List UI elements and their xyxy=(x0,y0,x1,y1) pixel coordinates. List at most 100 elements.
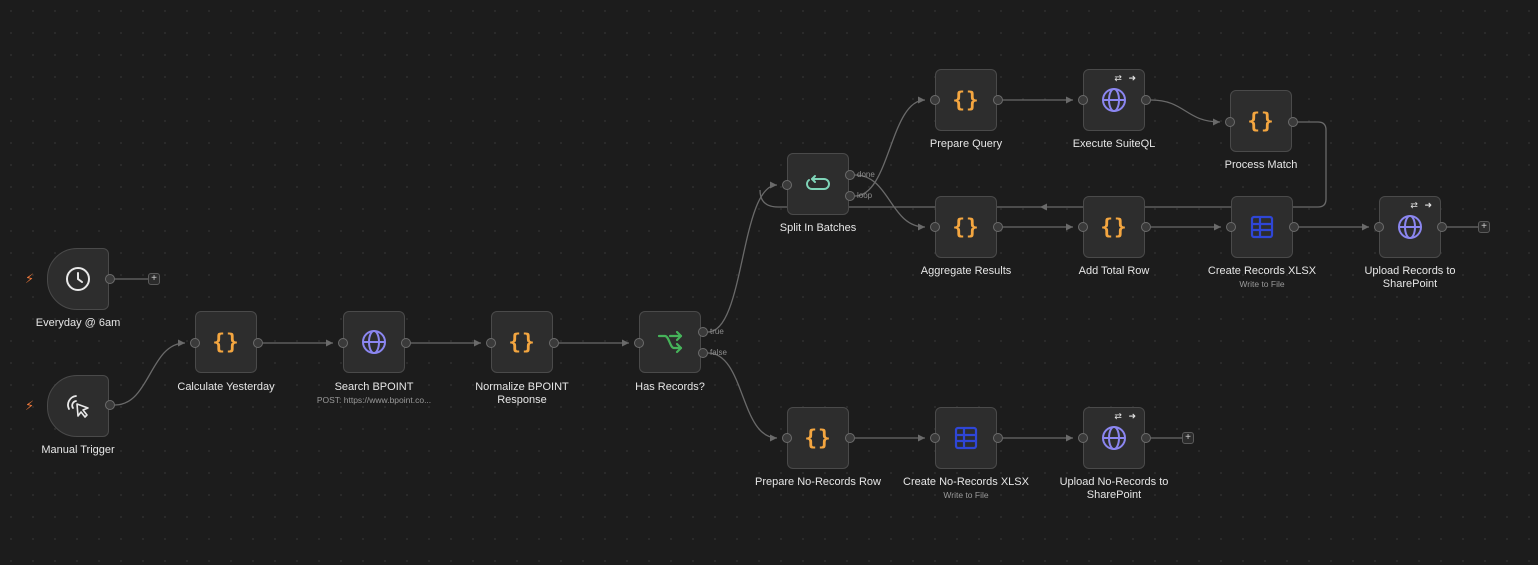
add-node-button[interactable]: + xyxy=(1182,432,1194,444)
input-handle[interactable] xyxy=(1078,433,1088,443)
node-label: Upload Records to SharePoint xyxy=(1364,265,1456,290)
node-label: Has Records? xyxy=(635,381,705,393)
node-search-bpoint[interactable] xyxy=(343,311,405,373)
clock-icon xyxy=(66,267,90,291)
code-braces-icon: {} xyxy=(508,330,536,354)
output-handle[interactable] xyxy=(401,338,411,348)
add-node-button[interactable]: + xyxy=(1478,221,1490,233)
retry-arrow-badge: ⇄ ➜ xyxy=(1114,411,1138,421)
input-handle[interactable] xyxy=(190,338,200,348)
retry-arrow-badge: ⇄ ➜ xyxy=(1114,73,1138,83)
input-handle[interactable] xyxy=(1374,222,1384,232)
node-prepare-query[interactable]: {} xyxy=(935,69,997,131)
input-handle[interactable] xyxy=(930,433,940,443)
node-process-match[interactable]: {} xyxy=(1230,90,1292,152)
input-handle[interactable] xyxy=(782,180,792,190)
input-handle[interactable] xyxy=(1225,117,1235,127)
globe-icon xyxy=(362,330,386,354)
node-execute-suiteql[interactable]: ⇄ ➜ xyxy=(1083,69,1145,131)
input-handle[interactable] xyxy=(782,433,792,443)
node-label: Execute SuiteQL xyxy=(1072,138,1156,150)
output-handle[interactable] xyxy=(105,274,115,284)
node-has-records[interactable] xyxy=(639,311,701,373)
output-handle[interactable] xyxy=(845,433,855,443)
code-braces-icon: {} xyxy=(212,330,240,354)
output-handle[interactable] xyxy=(1288,117,1298,127)
node-label: Manual Trigger xyxy=(41,444,115,456)
output-handle[interactable] xyxy=(993,95,1003,105)
node-prepare-no-records-row[interactable]: {} xyxy=(787,407,849,469)
input-handle[interactable] xyxy=(634,338,644,348)
output-handle-true[interactable] xyxy=(698,327,708,337)
node-label: Upload No-Records to SharePoint xyxy=(1059,476,1169,501)
edge-execute-process xyxy=(1150,99,1221,123)
edge-true-split xyxy=(707,184,778,333)
node-create-no-records-xlsx[interactable] xyxy=(935,407,997,469)
node-label: Search BPOINT xyxy=(334,381,414,393)
node-sublabel: POST: https://www.bpoint.co... xyxy=(316,395,432,405)
globe-icon xyxy=(1102,426,1126,450)
retry-arrow-badge: ⇄ ➜ xyxy=(1410,200,1434,210)
node-upload-records-sharepoint[interactable]: ⇄ ➜ xyxy=(1379,196,1441,258)
node-split-in-batches[interactable] xyxy=(787,153,849,215)
output-handle[interactable] xyxy=(1289,222,1299,232)
globe-icon xyxy=(1102,88,1126,112)
sheet-icon xyxy=(954,426,978,450)
input-handle[interactable] xyxy=(1226,222,1236,232)
code-braces-icon: {} xyxy=(952,215,980,239)
cursor-click-icon xyxy=(67,395,89,418)
output-handle[interactable] xyxy=(993,433,1003,443)
output-handle[interactable] xyxy=(549,338,559,348)
output-handle-loop[interactable] xyxy=(845,191,855,201)
loop-icon xyxy=(806,175,830,190)
globe-icon xyxy=(1398,215,1422,239)
output-handle[interactable] xyxy=(1437,222,1447,232)
output-handle[interactable] xyxy=(1141,433,1151,443)
add-node-button[interactable]: + xyxy=(148,273,160,285)
output-handle[interactable] xyxy=(993,222,1003,232)
output-handle[interactable] xyxy=(1141,222,1151,232)
node-label: Calculate Yesterday xyxy=(177,381,275,393)
node-label: Prepare Query xyxy=(929,138,1003,150)
output-label-loop: loop xyxy=(857,191,873,200)
node-sublabel: Write to File xyxy=(1239,279,1285,289)
trigger-bolt-icon: ⚡ xyxy=(25,271,35,286)
input-handle[interactable] xyxy=(338,338,348,348)
node-calculate-yesterday[interactable]: {} xyxy=(195,311,257,373)
output-label-true: true xyxy=(710,327,724,336)
node-label: Aggregate Results xyxy=(920,265,1012,277)
code-braces-icon: {} xyxy=(1247,109,1275,133)
node-label: Split In Batches xyxy=(779,222,857,234)
output-label-done: done xyxy=(857,170,875,179)
input-handle[interactable] xyxy=(930,222,940,232)
code-braces-icon: {} xyxy=(952,88,980,112)
output-handle[interactable] xyxy=(1141,95,1151,105)
output-handle[interactable] xyxy=(105,400,115,410)
node-label: Create No-Records XLSX xyxy=(903,476,1029,488)
input-handle[interactable] xyxy=(1078,222,1088,232)
workflow-canvas[interactable]: ⚡ + Everyday @ 6am ⚡ Manual Trigger {} C… xyxy=(0,0,1538,565)
input-handle[interactable] xyxy=(1078,95,1088,105)
output-handle-false[interactable] xyxy=(698,348,708,358)
branch-icon xyxy=(657,330,683,354)
node-upload-no-records-sharepoint[interactable]: ⇄ ➜ xyxy=(1083,407,1145,469)
node-aggregate-results[interactable]: {} xyxy=(935,196,997,258)
edge-false-preparenorecords xyxy=(707,352,778,439)
node-label: Prepare No-Records Row xyxy=(755,476,881,488)
node-add-total-row[interactable]: {} xyxy=(1083,196,1145,258)
node-create-records-xlsx[interactable] xyxy=(1231,196,1293,258)
edge-done-aggregate xyxy=(854,174,926,228)
node-normalize-bpoint-response[interactable]: {} xyxy=(491,311,553,373)
output-handle[interactable] xyxy=(253,338,263,348)
input-handle[interactable] xyxy=(486,338,496,348)
sheet-icon xyxy=(1250,215,1274,239)
output-label-false: false xyxy=(710,348,727,357)
node-label: Everyday @ 6am xyxy=(35,317,121,329)
output-handle-done[interactable] xyxy=(845,170,855,180)
code-braces-icon: {} xyxy=(804,426,832,450)
input-handle[interactable] xyxy=(930,95,940,105)
node-manual-trigger[interactable] xyxy=(47,375,109,437)
node-label: Normalize BPOINT Response xyxy=(475,381,569,406)
node-everyday-6am[interactable] xyxy=(47,248,109,310)
trigger-bolt-icon: ⚡ xyxy=(25,398,35,413)
